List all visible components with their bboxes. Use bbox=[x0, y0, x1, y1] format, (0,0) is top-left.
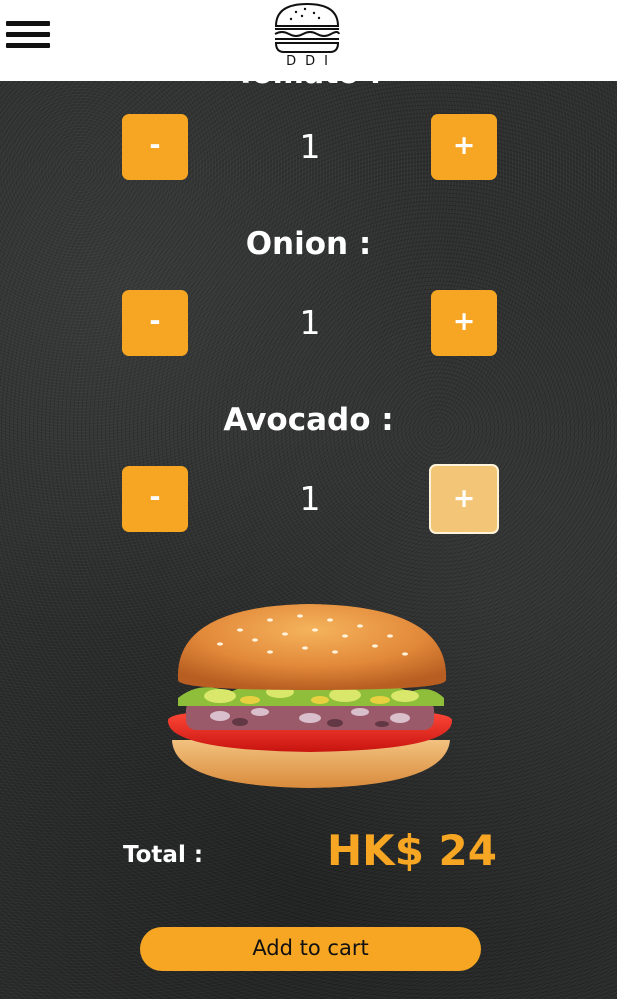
logo-text: DDI bbox=[286, 54, 337, 69]
burger-image bbox=[167, 604, 453, 788]
hamburger-menu-icon[interactable] bbox=[6, 21, 50, 49]
avocado-quantity-value: 1 bbox=[299, 479, 321, 518]
header: DDI bbox=[0, 0, 617, 81]
topping-row-onion: - 1 + bbox=[0, 290, 617, 356]
topping-row-avocado: - 1 + bbox=[0, 464, 617, 534]
avocado-decrease-button[interactable]: - bbox=[122, 466, 188, 532]
topping-row-1: - 1 + bbox=[0, 114, 617, 180]
topping-label-avocado: Avocado : bbox=[223, 402, 394, 438]
logo[interactable]: DDI bbox=[272, 2, 342, 72]
onion-increase-button[interactable]: + bbox=[431, 290, 497, 356]
onion-decrease-button[interactable]: - bbox=[122, 290, 188, 356]
increase-button[interactable]: + bbox=[431, 114, 497, 180]
total-label: Total : bbox=[123, 842, 204, 868]
avocado-increase-button[interactable]: + bbox=[429, 464, 499, 534]
quantity-value: 1 bbox=[299, 127, 321, 166]
add-to-cart-button[interactable]: Add to cart bbox=[140, 927, 481, 971]
decrease-button[interactable]: - bbox=[122, 114, 188, 180]
total-price: HK$ 24 bbox=[327, 826, 497, 875]
burger-logo-icon bbox=[274, 2, 340, 53]
onion-quantity-value: 1 bbox=[299, 303, 321, 342]
topping-label-onion: Onion : bbox=[245, 226, 372, 262]
